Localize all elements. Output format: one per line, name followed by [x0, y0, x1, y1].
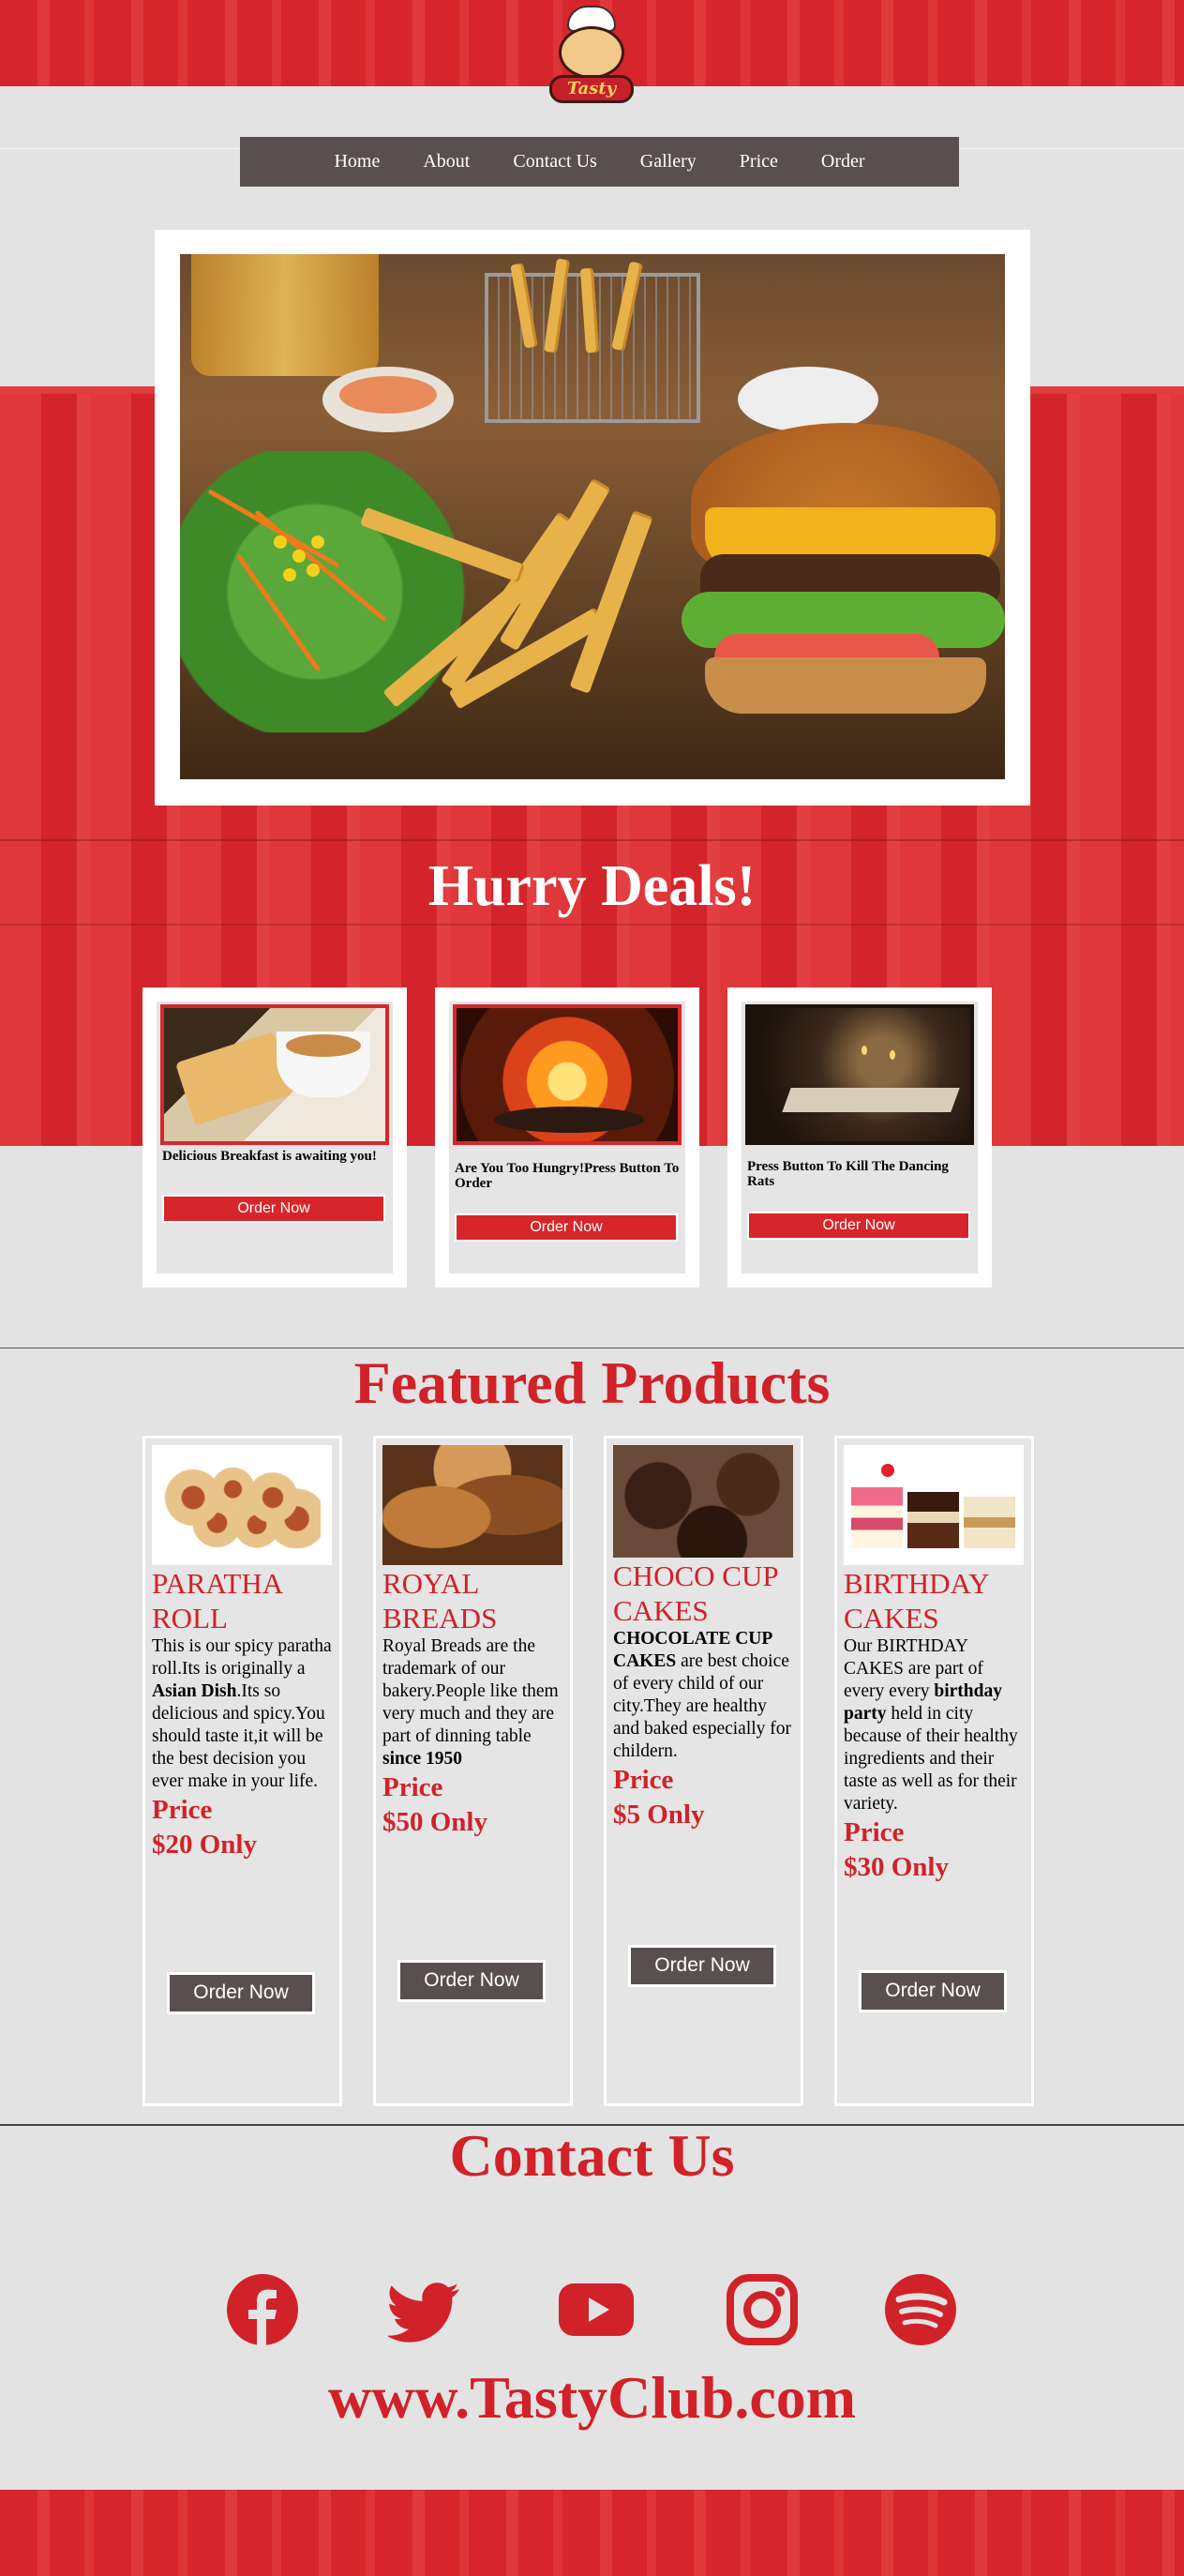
- product-price: $50 Only: [382, 1807, 487, 1837]
- product-title: PARATHA ROLL: [152, 1567, 282, 1634]
- chef-face-icon: [559, 26, 624, 79]
- product-card: ROYAL BREADS Royal Breads are the tradem…: [373, 1436, 573, 2106]
- divider: [0, 924, 1184, 926]
- facebook-icon[interactable]: [225, 2272, 300, 2347]
- product-title: CHOCO CUP CAKES: [613, 1559, 778, 1627]
- fireplace-image: [453, 1004, 682, 1145]
- order-now-button[interactable]: Order Now: [747, 1212, 970, 1240]
- logo-text: Tasty: [549, 75, 634, 103]
- featured-title: Featured Products: [353, 1349, 831, 1416]
- product-title: ROYAL BREADS: [382, 1567, 498, 1634]
- order-now-button[interactable]: Order Now: [397, 1960, 546, 2002]
- deal-card: Press Button To Kill The Dancing Rats Or…: [727, 987, 992, 1288]
- breakfast-image: [160, 1004, 389, 1145]
- website-url[interactable]: www.TastyClub.com: [0, 2363, 1184, 2433]
- deal-text: Are You Too Hungry!Press Button To Order: [455, 1161, 680, 1191]
- product-description: Royal Breads are the trademark of our ba…: [382, 1636, 559, 1769]
- tasty-logo[interactable]: Tasty: [547, 6, 636, 109]
- nav-about[interactable]: About: [401, 151, 491, 173]
- spotify-icon[interactable]: [883, 2272, 958, 2347]
- hero-burger-image: [180, 254, 1005, 779]
- deal-card: Delicious Breakfast is awaiting you! Ord…: [142, 987, 407, 1288]
- deal-card: Are You Too Hungry!Press Button To Order…: [435, 987, 699, 1288]
- footer-banner: [0, 2490, 1184, 2576]
- product-card: BIRTHDAY CAKES Our BIRTHDAY CAKES are pa…: [834, 1436, 1034, 2106]
- deals-title: Hurry Deals!: [427, 854, 757, 918]
- divider: [0, 839, 1184, 841]
- nav-price[interactable]: Price: [718, 151, 800, 173]
- contact-title: Contact Us: [449, 2122, 735, 2189]
- choco-cupcakes-image: [613, 1445, 793, 1558]
- price-label: Price: [382, 1772, 443, 1802]
- order-now-button[interactable]: Order Now: [628, 1945, 776, 1987]
- order-now-button[interactable]: Order Now: [859, 1970, 1007, 2012]
- price-label: Price: [152, 1795, 213, 1825]
- birthday-cakes-image: [844, 1445, 1024, 1565]
- hero-frame: [155, 230, 1030, 806]
- order-now-button[interactable]: Order Now: [162, 1195, 385, 1223]
- nav-contact-us[interactable]: Contact Us: [491, 151, 618, 173]
- product-price: $5 Only: [613, 1800, 705, 1830]
- product-description: CHOCOLATE CUP CAKES are best choice of e…: [613, 1629, 792, 1761]
- product-title: BIRTHDAY CAKES: [844, 1567, 989, 1634]
- restaurant-table-image: [745, 1004, 974, 1145]
- product-description: Our BIRTHDAY CAKES are part of every eve…: [844, 1636, 1018, 1814]
- order-now-button[interactable]: Order Now: [167, 1972, 315, 2014]
- nav-order[interactable]: Order: [800, 151, 887, 173]
- order-now-button[interactable]: Order Now: [455, 1213, 678, 1242]
- product-price: $30 Only: [844, 1852, 949, 1882]
- royal-breads-image: [382, 1445, 562, 1565]
- main-nav: Home About Contact Us Gallery Price Orde…: [240, 137, 959, 187]
- paratha-roll-image: [152, 1445, 332, 1565]
- youtube-icon[interactable]: [559, 2272, 634, 2347]
- deal-text: Press Button To Kill The Dancing Rats: [747, 1159, 949, 1189]
- deal-text: Delicious Breakfast is awaiting you!: [162, 1149, 377, 1164]
- price-label: Price: [613, 1765, 674, 1795]
- price-label: Price: [844, 1817, 905, 1847]
- product-description: This is our spicy paratha roll.Its is or…: [152, 1636, 332, 1791]
- nav-gallery[interactable]: Gallery: [619, 151, 718, 173]
- instagram-icon[interactable]: [725, 2272, 800, 2347]
- twitter-icon[interactable]: [388, 2272, 463, 2347]
- nav-home[interactable]: Home: [312, 151, 401, 173]
- product-price: $20 Only: [152, 1830, 257, 1860]
- product-card: CHOCO CUP CAKES CHOCOLATE CUP CAKES are …: [604, 1436, 803, 2106]
- product-card: PARATHA ROLL This is our spicy paratha r…: [142, 1436, 342, 2106]
